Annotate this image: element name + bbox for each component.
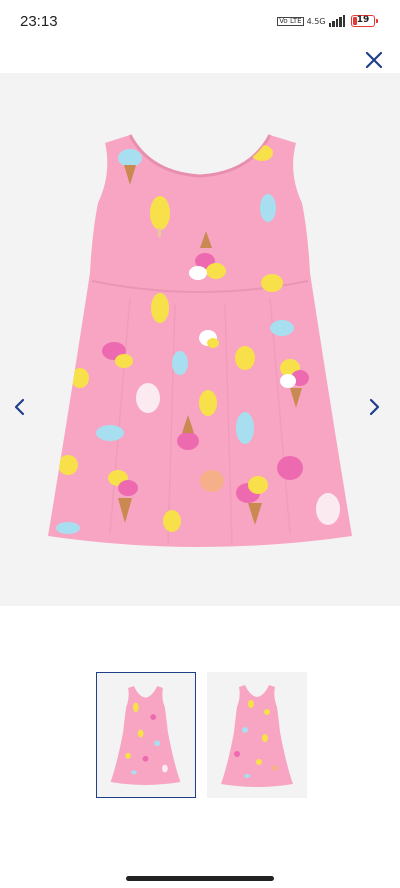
next-image-button[interactable] xyxy=(362,394,386,420)
battery-percent: 19 xyxy=(356,15,370,25)
main-product-image[interactable] xyxy=(0,73,400,606)
home-indicator[interactable] xyxy=(126,876,274,881)
thumbnail-image xyxy=(110,686,181,785)
thumbnail-back[interactable] xyxy=(207,672,307,798)
network-type: 4.5G xyxy=(306,16,326,26)
volte-icon: Vo LTE xyxy=(277,16,304,26)
previous-image-button[interactable] xyxy=(8,394,32,420)
status-indicators: Vo LTE 4.5G 19 xyxy=(277,13,378,29)
thumbnail-front[interactable] xyxy=(96,672,196,798)
chevron-right-icon xyxy=(369,398,380,416)
status-bar: 23:13 Vo LTE 4.5G 19 xyxy=(0,0,400,44)
status-time: 23:13 xyxy=(20,13,58,30)
thumbnail-strip xyxy=(0,672,400,798)
close-button[interactable] xyxy=(362,48,386,72)
battery-icon: 19 xyxy=(351,15,378,27)
thumbnail-image xyxy=(221,685,293,787)
close-icon xyxy=(365,51,383,69)
signal-icon xyxy=(328,15,345,27)
chevron-left-icon xyxy=(14,398,25,416)
dress-image xyxy=(48,134,352,547)
